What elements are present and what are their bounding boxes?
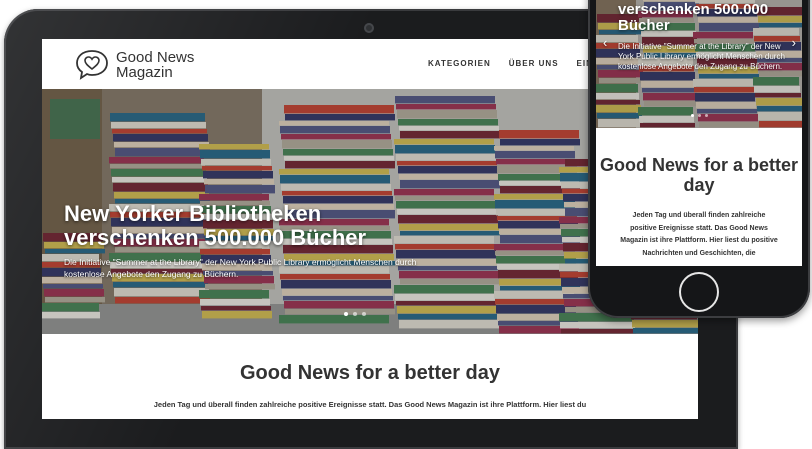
slider-dot[interactable] xyxy=(362,312,366,316)
home-button[interactable] xyxy=(679,272,719,312)
content-section: Good News for a better day Jeden Tag und… xyxy=(42,334,698,419)
chevron-right-icon[interactable]: › xyxy=(792,35,796,50)
slider-dot[interactable] xyxy=(705,114,708,117)
camera-icon xyxy=(364,23,374,33)
nav-item-ueber-uns[interactable]: ÜBER UNS xyxy=(509,59,559,68)
slider-dot[interactable] xyxy=(691,114,694,117)
phone-hero-title[interactable]: verschenken 500.000 Bücher xyxy=(618,2,788,34)
phone-frame: verschenken 500.000 Bücher Die Initiativ… xyxy=(588,0,810,318)
logo-line-1: Good News xyxy=(116,49,195,66)
nav-item-kategorien[interactable]: KATEGORIEN xyxy=(428,59,491,68)
slider-dot[interactable] xyxy=(353,312,357,316)
phone-hero-slider[interactable]: verschenken 500.000 Bücher Die Initiativ… xyxy=(596,0,802,128)
hero-description: Die Initiative "Summer at the Library" d… xyxy=(64,257,417,279)
site-logo-text[interactable]: Good News Magazin xyxy=(116,50,194,80)
logo-line-2: Magazin xyxy=(116,64,173,81)
section-heading: Good News for a better day xyxy=(239,362,501,384)
section-intro: Jeden Tag und überall finden zahlreiche … xyxy=(153,400,587,409)
phone-slider-dots xyxy=(691,114,708,117)
slider-dot[interactable] xyxy=(698,114,701,117)
speech-heart-logo-icon[interactable] xyxy=(74,48,110,80)
phone-section-heading: Good News for a better day xyxy=(599,155,799,195)
slider-dot[interactable] xyxy=(344,312,348,316)
chevron-left-icon[interactable]: ‹ xyxy=(603,35,607,50)
phone-hero-description: Die Initiative "Summer at the Library" d… xyxy=(618,42,785,71)
slider-dots xyxy=(344,312,366,316)
phone-screen: verschenken 500.000 Bücher Die Initiativ… xyxy=(596,0,802,266)
hero-title[interactable]: New Yorker Bibliotheken verschenken 500.… xyxy=(64,202,444,250)
phone-section-intro: Jeden Tag und überall finden zahlreiche … xyxy=(620,212,778,257)
